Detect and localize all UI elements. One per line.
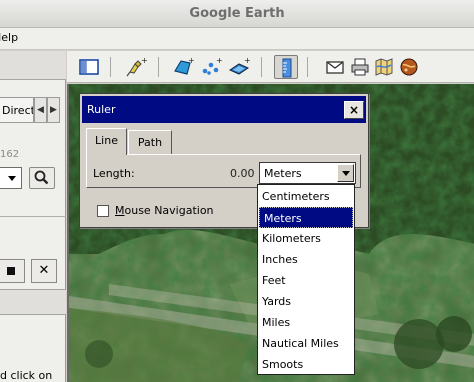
sky-toggle-button[interactable] — [397, 55, 421, 79]
length-value: 0.00 — [230, 167, 255, 180]
magnifier-icon — [34, 170, 49, 185]
tab-directions[interactable]: Direct — [0, 97, 34, 123]
ruler-close-button[interactable]: × — [344, 101, 364, 119]
toolbar: + + + + — [67, 51, 474, 83]
add-placemark-icon: + — [126, 56, 148, 77]
ruler-dialog-title: Ruler — [87, 103, 116, 116]
toolbar-separator — [307, 57, 308, 77]
map-view-icon — [375, 58, 393, 76]
unit-select-value: Meters — [264, 167, 302, 180]
menu-bar: Help — [0, 28, 474, 50]
ruler-button[interactable] — [274, 55, 298, 79]
unit-option-kilometers[interactable]: Kilometers — [258, 228, 354, 249]
print-icon — [351, 58, 369, 76]
clear-search-button[interactable]: ✕ — [31, 259, 57, 283]
places-header-bar — [0, 289, 66, 315]
print-button[interactable] — [348, 55, 372, 79]
unit-option-feet[interactable]: Feet — [258, 270, 354, 291]
window-title-bar: Google Earth — [0, 0, 474, 28]
svg-text:+: + — [244, 56, 251, 65]
ruler-dialog-title-bar[interactable]: Ruler × — [82, 96, 366, 123]
menu-help[interactable]: Help — [0, 31, 18, 44]
sidebar-toggle-icon — [79, 59, 99, 75]
unit-option-miles[interactable]: Miles — [258, 312, 354, 333]
svg-text:+: + — [216, 56, 223, 65]
toolbar-separator — [110, 57, 111, 77]
unit-option-meters[interactable]: Meters — [259, 207, 353, 228]
length-label: Length: — [93, 167, 135, 180]
add-polygon-icon: + — [174, 56, 195, 75]
window-title: Google Earth — [189, 6, 285, 21]
stop-icon — [7, 267, 15, 275]
mouse-navigation-checkbox[interactable] — [97, 205, 109, 217]
svg-text:+: + — [188, 56, 195, 65]
add-polygon-button[interactable]: + — [171, 55, 195, 79]
unit-option-smoots[interactable]: Smoots — [258, 354, 354, 375]
add-path-button[interactable]: + — [199, 55, 223, 79]
search-history-dropdown[interactable] — [0, 167, 22, 189]
mouse-navigation-label-text: ouse Navigation — [124, 204, 214, 217]
sidebar-toggle-button[interactable] — [77, 55, 101, 79]
mouse-navigation-label[interactable]: Mouse Navigation — [115, 204, 214, 217]
chevron-down-icon — [8, 176, 16, 181]
unit-select-arrow-button[interactable] — [337, 164, 354, 182]
add-path-icon: + — [202, 56, 223, 75]
tab-scroll-right-button[interactable]: ▶ — [47, 97, 60, 123]
add-placemark-button[interactable]: + — [124, 55, 148, 79]
tab-path[interactable]: Path — [128, 130, 172, 154]
toolbar-separator — [158, 57, 159, 77]
left-sidebar: Direct ◀ ▶ 162 ✕ d click on — [0, 51, 66, 382]
email-icon — [326, 61, 344, 74]
view-in-maps-button[interactable] — [372, 55, 396, 79]
unit-select[interactable]: Meters — [259, 162, 356, 184]
sidebar-divider — [0, 216, 66, 217]
email-button[interactable] — [323, 55, 347, 79]
tab-scroll-left-button[interactable]: ◀ — [34, 97, 47, 123]
unit-dropdown-list: Centimeters Meters Kilometers Inches Fee… — [257, 184, 355, 375]
stop-button[interactable] — [0, 259, 25, 283]
unit-option-yards[interactable]: Yards — [258, 291, 354, 312]
sidebar-hint-text: d click on — [0, 369, 53, 382]
toolbar-separator — [261, 57, 262, 77]
search-button[interactable] — [29, 167, 55, 189]
svg-text:+: + — [141, 56, 148, 65]
chevron-down-icon — [342, 171, 350, 176]
add-image-overlay-icon: + — [228, 56, 251, 75]
unit-option-centimeters[interactable]: Centimeters — [258, 186, 354, 207]
partial-number-text: 162 — [0, 149, 20, 160]
mouse-navigation-mnemonic: M — [115, 204, 125, 217]
unit-option-inches[interactable]: Inches — [258, 249, 354, 270]
tab-line[interactable]: Line — [86, 128, 127, 155]
add-image-overlay-button[interactable]: + — [227, 55, 251, 79]
sky-icon — [400, 58, 418, 76]
sidebar-header-bar — [0, 51, 66, 80]
unit-option-nautical-miles[interactable]: Nautical Miles — [258, 333, 354, 354]
ruler-icon — [282, 58, 292, 78]
